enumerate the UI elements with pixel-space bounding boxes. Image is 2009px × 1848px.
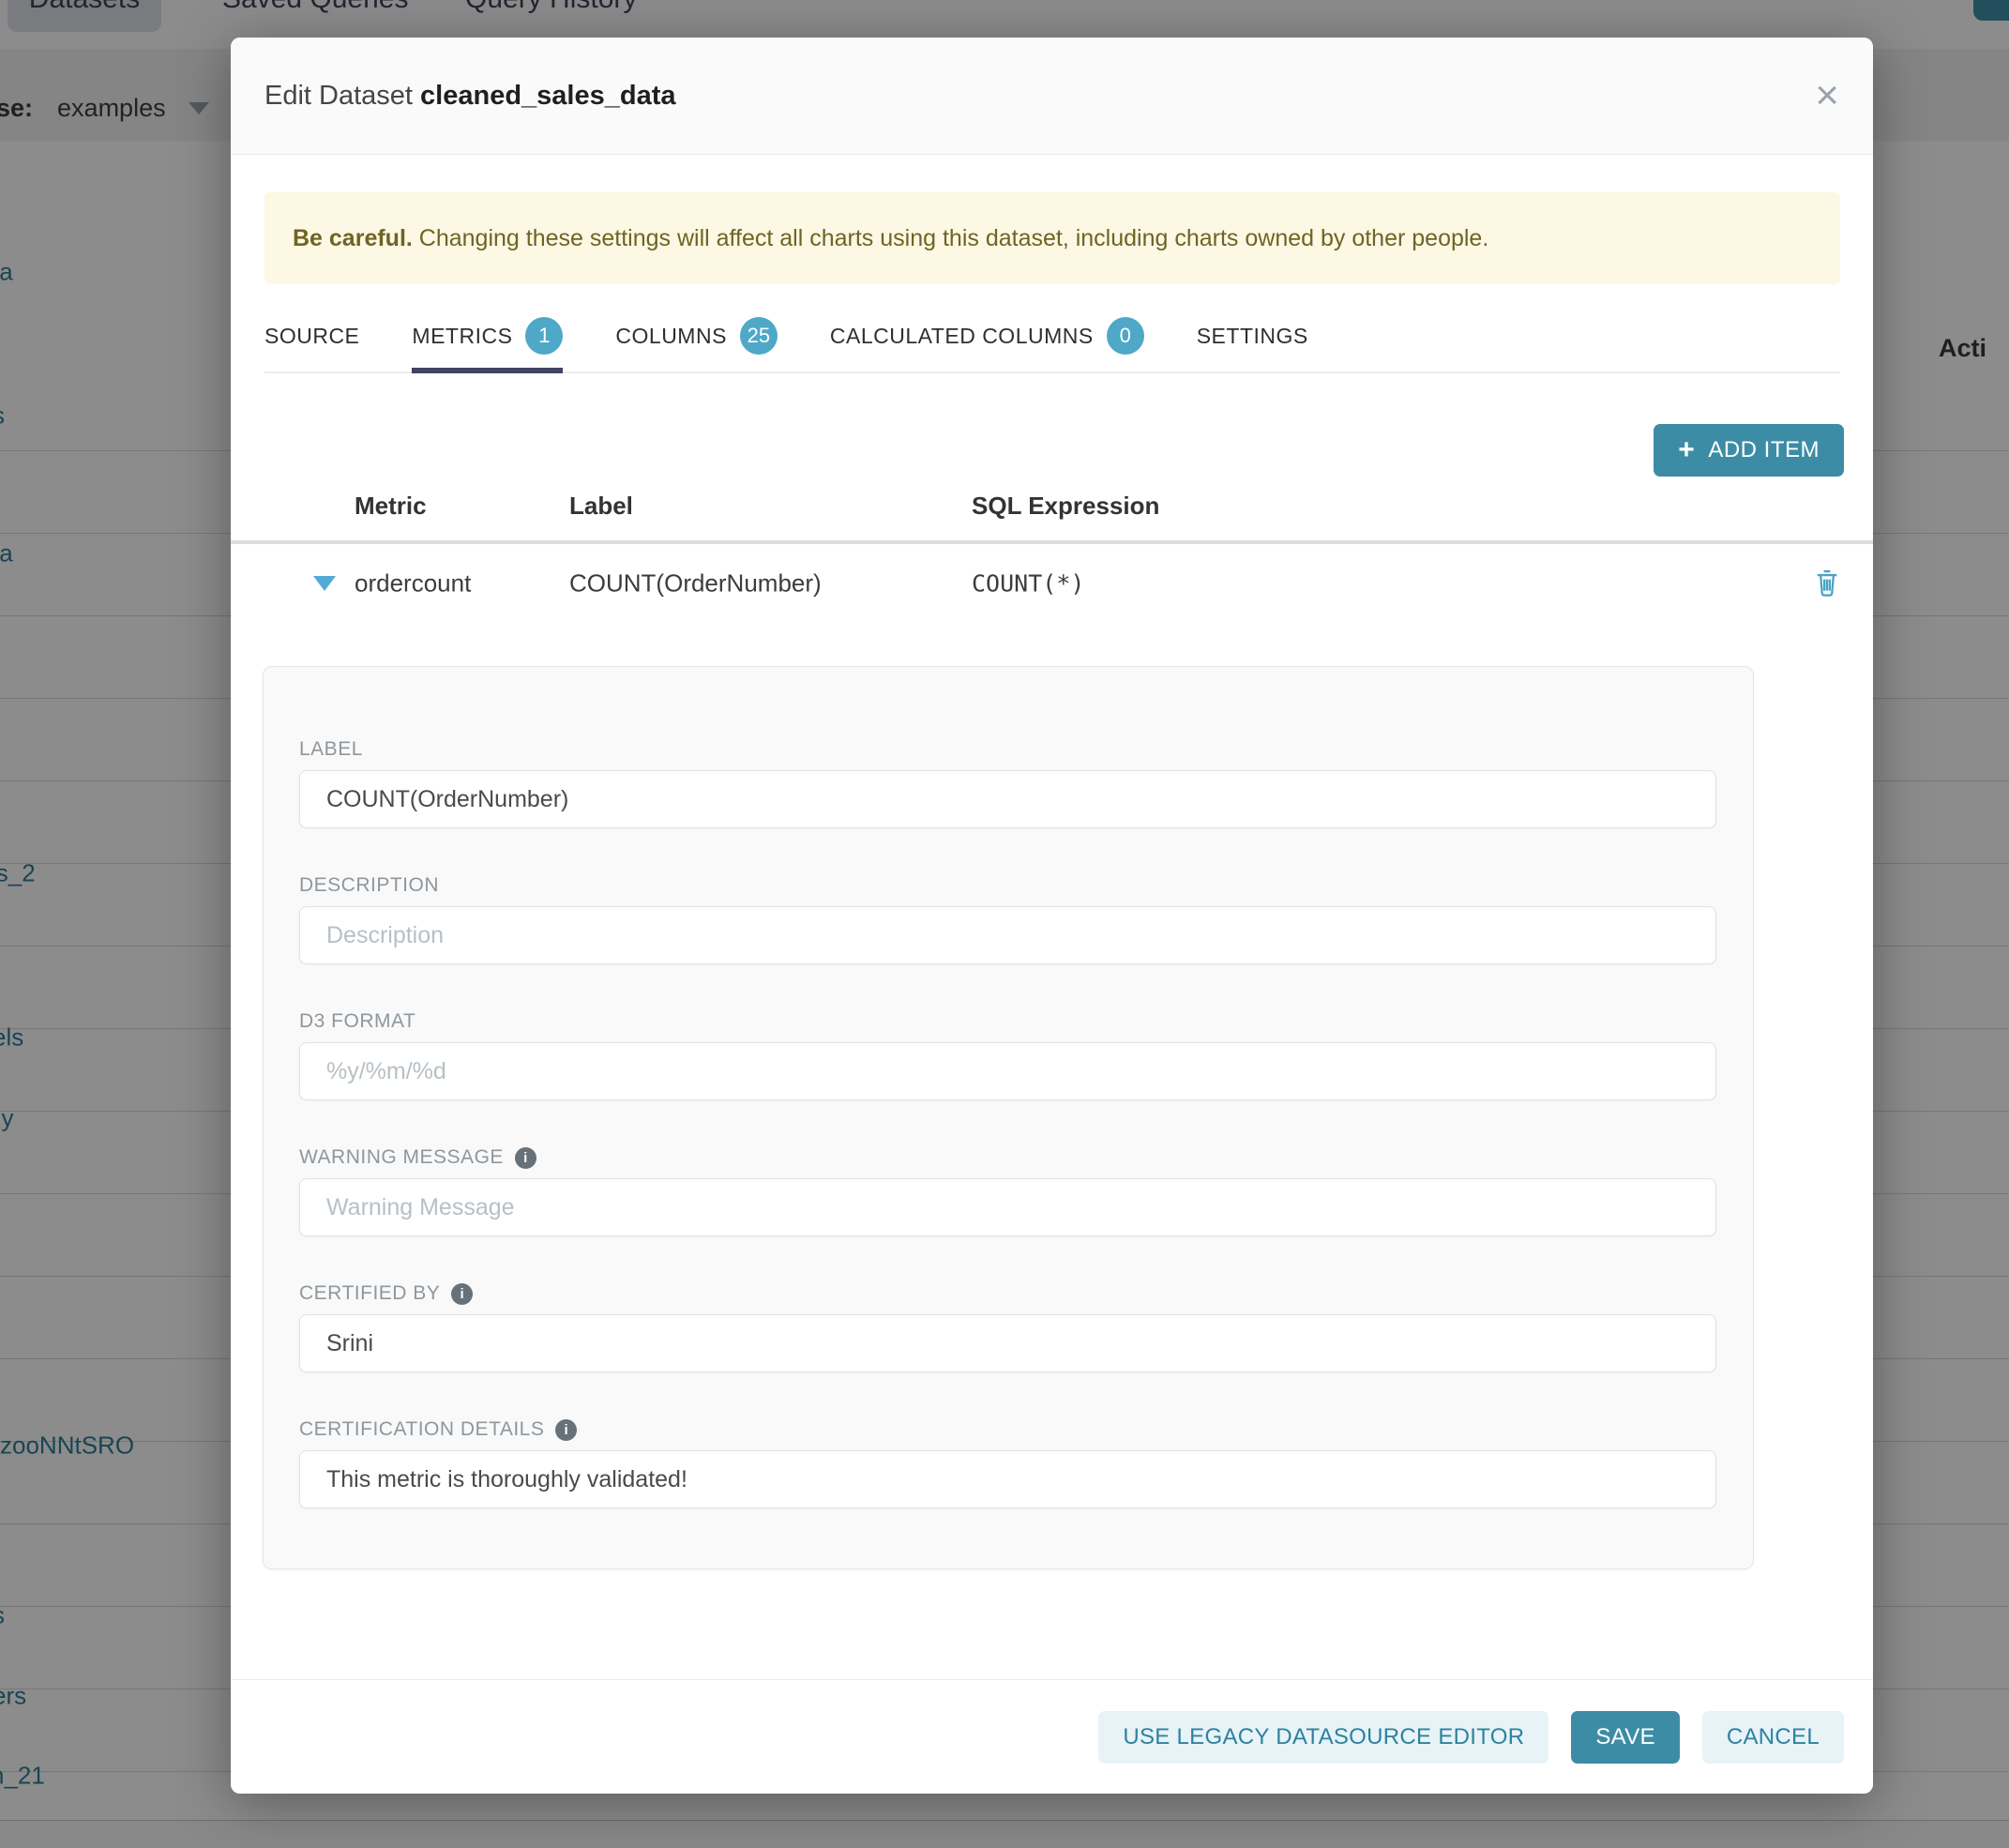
columns-count-badge: 25 [740,317,778,355]
field-certified-by: CERTIFIED BY i [299,1282,1717,1372]
expand-caret-icon[interactable] [313,576,336,591]
modal-header: Edit Dataset cleaned_sales_data × [231,38,1873,155]
warning-message-input[interactable] [299,1178,1716,1236]
tab-columns[interactable]: COLUMNS 25 [615,300,778,371]
info-icon[interactable]: i [451,1283,473,1305]
calculated-columns-count-badge: 0 [1107,317,1144,355]
field-d3-format: D3 FORMAT [299,1010,1717,1100]
use-legacy-datasource-editor-button[interactable]: USE LEGACY DATASOURCE EDITOR [1098,1711,1548,1764]
certified-by-input[interactable] [299,1314,1716,1372]
field-description: DESCRIPTION [299,874,1717,964]
metric-table-row: ordercount COUNT(OrderNumber) COUNT(*) [231,559,1873,608]
cancel-button[interactable]: CANCEL [1702,1711,1844,1764]
metric-detail-panel: LABEL DESCRIPTION D3 FORMAT WARNING MESS… [263,666,1754,1569]
close-icon[interactable]: × [1815,75,1839,116]
save-button[interactable]: SAVE [1571,1711,1679,1764]
column-header-label: Label [569,492,633,521]
info-icon[interactable]: i [555,1419,577,1441]
metric-label-cell: COUNT(OrderNumber) [569,569,822,598]
table-divider [231,540,1873,544]
modal-tabs: SOURCE METRICS 1 COLUMNS 25 CALCULATED C… [264,300,1840,373]
delete-metric-icon[interactable] [1814,568,1840,600]
warning-banner: Be careful. Changing these settings will… [264,192,1840,284]
add-item-button[interactable]: + ADD ITEM [1654,424,1844,477]
plus-icon: + [1678,434,1695,466]
metric-sql-cell: COUNT(*) [972,570,1084,598]
metric-name-cell: ordercount [355,569,471,598]
certification-details-input[interactable] [299,1450,1716,1508]
screen: Datasets Saved Queries Query History se:… [0,0,2009,1848]
field-certification-details: CERTIFICATION DETAILS i [299,1418,1717,1508]
info-icon[interactable]: i [515,1147,536,1169]
d3-format-input[interactable] [299,1042,1716,1100]
edit-dataset-modal: Edit Dataset cleaned_sales_data × Be car… [231,38,1873,1794]
modal-title: Edit Dataset cleaned_sales_data [264,81,676,112]
column-header-metric: Metric [355,492,427,521]
tab-metrics[interactable]: METRICS 1 [412,300,563,371]
field-label: LABEL [299,738,1717,828]
modal-title-dataset-name: cleaned_sales_data [420,81,675,111]
warning-text: Be careful. Changing these settings will… [293,225,1488,252]
description-input[interactable] [299,906,1716,964]
label-input[interactable] [299,770,1716,828]
metrics-count-badge: 1 [525,317,563,355]
field-warning-message: WARNING MESSAGE i [299,1146,1717,1236]
tab-calculated-columns[interactable]: CALCULATED COLUMNS 0 [830,300,1144,371]
column-header-sql-expression: SQL Expression [972,492,1159,521]
tab-source[interactable]: SOURCE [264,300,359,371]
modal-title-prefix: Edit Dataset [264,81,413,111]
tab-settings[interactable]: SETTINGS [1197,300,1308,371]
modal-footer: USE LEGACY DATASOURCE EDITOR SAVE CANCEL [231,1679,1873,1794]
metrics-table-header: Metric Label SQL Expression [231,492,1873,537]
